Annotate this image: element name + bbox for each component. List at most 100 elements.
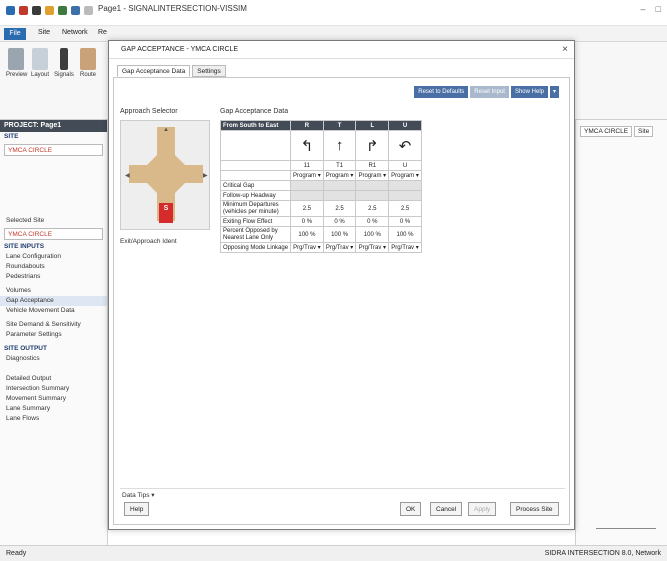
detailed-output-item[interactable]: Detailed Output <box>0 374 107 384</box>
status-text: Ready <box>6 550 27 557</box>
site-selector[interactable]: YMCA CIRCLE <box>4 144 103 156</box>
maximize-icon[interactable]: □ <box>656 4 661 14</box>
undo-icon[interactable] <box>58 6 67 15</box>
site-demand-item[interactable]: Site Demand & Sensitivity <box>0 320 107 330</box>
critical-gap-cell <box>322 180 357 191</box>
data-tips-link[interactable]: Data Tips ▾ <box>122 491 155 499</box>
site-tab[interactable]: Site <box>634 126 654 137</box>
opposing-mode-dropdown[interactable]: Prg/Trav ▾ <box>322 242 357 253</box>
exiting-flow-input[interactable]: 0 % <box>322 216 357 227</box>
help-button[interactable]: Help <box>124 502 150 516</box>
tab-network[interactable]: Network <box>62 29 88 36</box>
exiting-flow-input[interactable]: 0 % <box>388 216 422 227</box>
reset-defaults-button[interactable]: Reset to Defaults <box>414 86 469 98</box>
table-header-row: From South to East R T L U <box>219 120 422 131</box>
preview-button[interactable]: Preview <box>6 48 27 78</box>
mode-dropdown[interactable]: Program ▾ <box>290 170 324 181</box>
tab-more[interactable]: Re <box>98 29 107 36</box>
approach-selector[interactable]: ▲ ◀ ▶ S <box>120 120 210 230</box>
site-view-tab[interactable]: YMCA CIRCLE <box>580 126 633 137</box>
opposing-mode-dropdown[interactable]: Prg/Trav ▾ <box>388 242 422 253</box>
exit-approach-label: Exit/Approach Ident <box>120 238 177 245</box>
site-inputs-label: SITE INPUTS <box>4 243 45 250</box>
roundabouts-item[interactable]: Roundabouts <box>0 262 107 272</box>
exiting-flow-input[interactable]: 0 % <box>290 216 324 227</box>
route-button[interactable]: Route <box>78 48 98 78</box>
open-icon[interactable] <box>32 6 41 15</box>
save-icon[interactable] <box>19 6 28 15</box>
preview-icon <box>8 48 24 70</box>
volumes-item[interactable]: Volumes <box>0 286 107 296</box>
tab-gap-acceptance-data[interactable]: Gap Acceptance Data <box>117 65 191 77</box>
code-cell: U <box>388 160 422 171</box>
mode-dropdown[interactable]: Program ▾ <box>355 170 390 181</box>
selected-site-field[interactable]: YMCA CIRCLE <box>4 228 103 240</box>
intersection-summary-item[interactable]: Intersection Summary <box>0 384 107 394</box>
pedestrians-item[interactable]: Pedestrians <box>0 272 107 282</box>
signals-button[interactable]: Signals <box>54 48 74 78</box>
min-departures-input[interactable]: 2.5 <box>388 200 422 217</box>
tab-settings[interactable]: Settings <box>192 65 226 77</box>
follow-up-cell <box>355 190 390 201</box>
lane-flows-item[interactable]: Lane Flows <box>0 414 107 424</box>
window-controls: – □ <box>641 4 661 14</box>
file-tab[interactable]: File <box>4 28 26 40</box>
min-departures-input[interactable]: 2.5 <box>322 200 357 217</box>
header-r: R <box>290 120 324 131</box>
show-help-button[interactable]: Show Help <box>510 86 548 98</box>
vehicle-movement-item[interactable]: Vehicle Movement Data <box>0 306 107 316</box>
dropdown-icon[interactable]: ▾ <box>549 86 559 98</box>
process-site-button[interactable]: Process Site <box>510 502 559 516</box>
percent-opposed-input[interactable]: 100 % <box>388 226 422 243</box>
exiting-flow-input[interactable]: 0 % <box>355 216 390 227</box>
exiting-flow-label: Exiting Flow Effect <box>219 216 292 227</box>
code-cell: T1 <box>322 160 357 171</box>
percent-opposed-input[interactable]: 100 % <box>355 226 390 243</box>
reset-input-button[interactable]: Reset Input <box>470 86 509 98</box>
mode-dropdown[interactable]: Program ▾ <box>388 170 422 181</box>
min-departures-input[interactable]: 2.5 <box>355 200 390 217</box>
opposing-mode-dropdown[interactable]: Prg/Trav ▾ <box>355 242 390 253</box>
opposing-mode-dropdown[interactable]: Prg/Trav ▾ <box>290 242 324 253</box>
follow-up-row: Follow-up Headway <box>219 190 422 201</box>
mode-value: Program <box>293 173 317 179</box>
critical-gap-row: Critical Gap <box>219 180 422 191</box>
parameter-settings-item[interactable]: Parameter Settings <box>0 330 107 340</box>
percent-opposed-label: Percent Opposed by Nearest Lane Only <box>219 226 292 243</box>
ok-button[interactable]: OK <box>400 502 422 516</box>
minimize-icon[interactable]: – <box>641 4 646 14</box>
diagnostics-item[interactable]: Diagnostics <box>0 354 107 364</box>
opposing-mode-label: Opposing Mode Linkage <box>219 242 292 253</box>
site-label: SITE <box>4 133 19 140</box>
follow-up-cell <box>290 190 324 201</box>
lane-configuration-item[interactable]: Lane Configuration <box>0 252 107 262</box>
u-turn-arrow-icon: ↶ <box>388 130 422 161</box>
approach-tag: S <box>163 205 169 212</box>
mode-row: Program ▾ Program ▾ Program ▾ Program ▾ <box>219 170 422 181</box>
zoom-slider[interactable] <box>596 528 656 529</box>
movement-summary-item[interactable]: Movement Summary <box>0 394 107 404</box>
cancel-button[interactable]: Cancel <box>430 502 463 516</box>
min-departures-row: Minimum Departures (vehicles per minute)… <box>219 200 422 217</box>
percent-opposed-input[interactable]: 100 % <box>322 226 357 243</box>
customize-icon[interactable] <box>84 6 93 15</box>
intersection-diagram-icon: ▲ ◀ ▶ <box>125 127 208 223</box>
min-departures-input[interactable]: 2.5 <box>290 200 324 217</box>
layout-label: Layout <box>30 72 49 78</box>
gap-acceptance-item[interactable]: Gap Acceptance <box>0 296 107 306</box>
mode-value: Program <box>325 173 349 179</box>
follow-up-cell <box>322 190 357 201</box>
apply-button[interactable]: Apply <box>468 502 497 516</box>
mode-dropdown[interactable]: Program ▾ <box>322 170 357 181</box>
mode-label-cell <box>219 170 292 181</box>
dialog-body: Reset to Defaults Reset Input Show Help … <box>113 77 570 525</box>
folder-icon[interactable] <box>45 6 54 15</box>
tab-site[interactable]: Site <box>38 29 50 36</box>
close-icon[interactable]: × <box>562 44 568 55</box>
lane-summary-item[interactable]: Lane Summary <box>0 404 107 414</box>
percent-opposed-input[interactable]: 100 % <box>290 226 324 243</box>
layout-button[interactable]: Layout <box>30 48 50 78</box>
approach-selector-label: Approach Selector <box>120 108 178 115</box>
movement-codes-row: 11 T1 R1 U <box>219 160 422 171</box>
redo-icon[interactable] <box>71 6 80 15</box>
